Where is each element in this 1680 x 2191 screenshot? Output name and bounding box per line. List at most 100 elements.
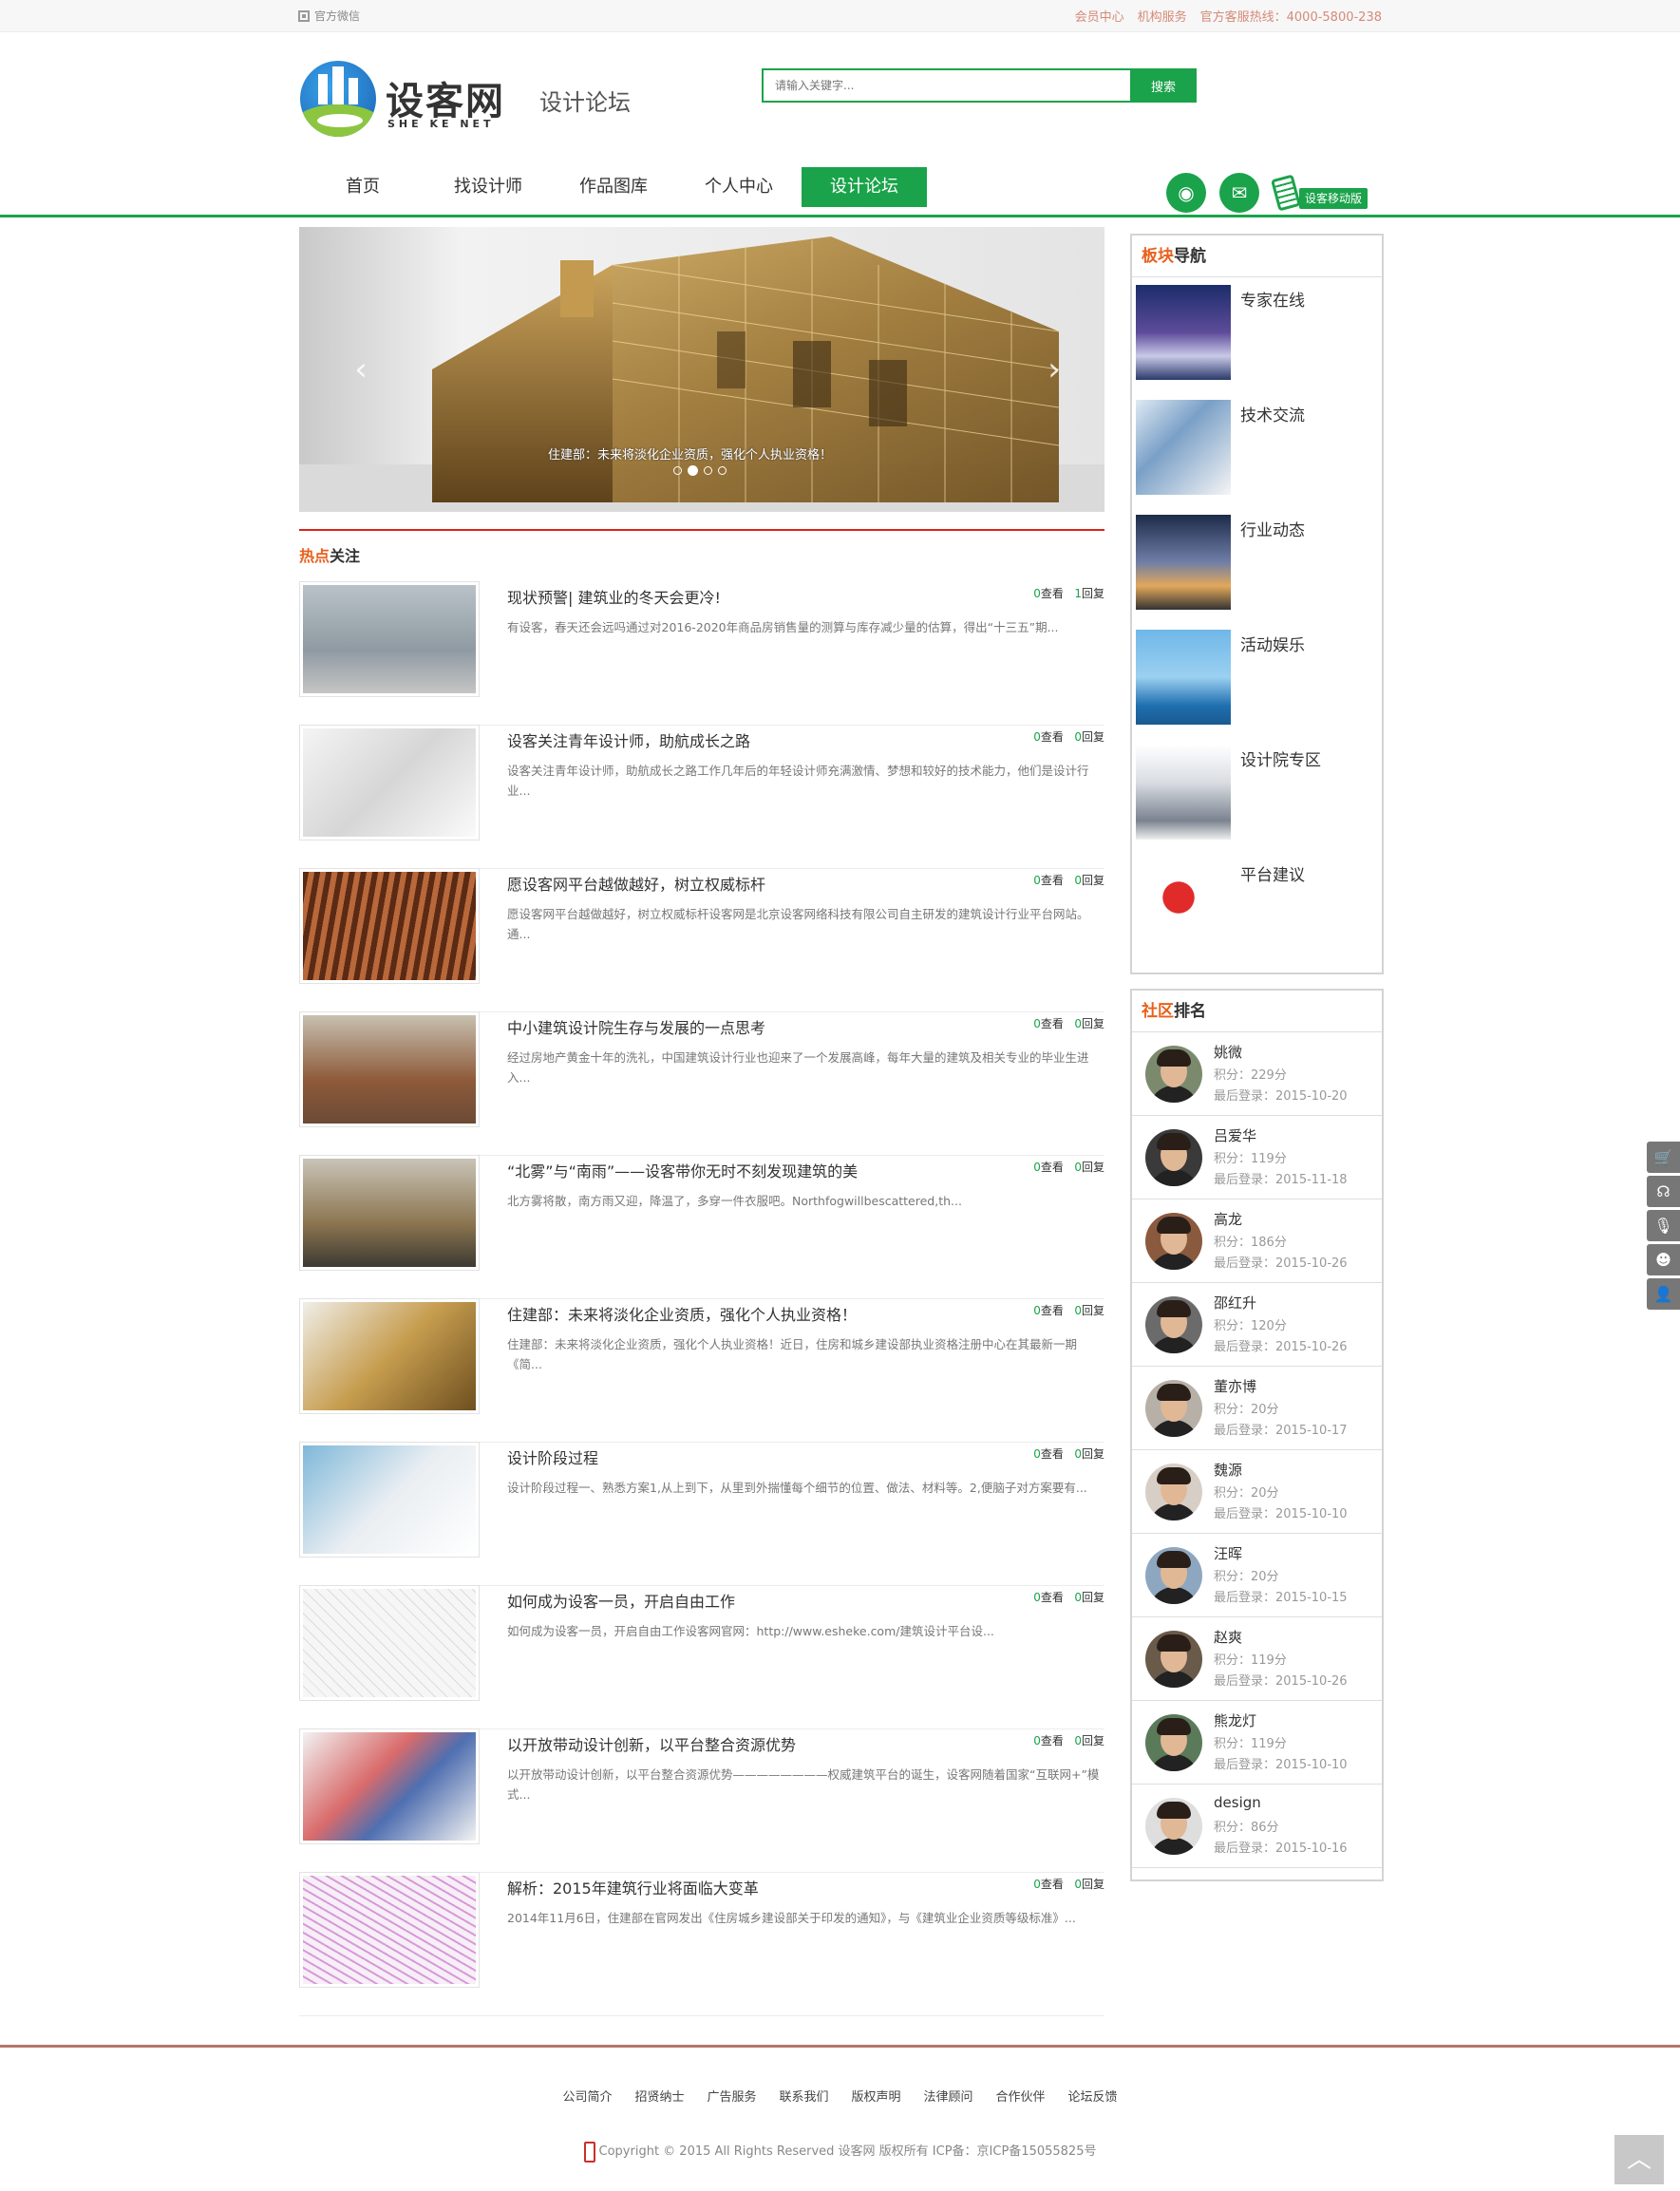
ranking-item[interactable]: 赵爽 积分：119分 最后登录：2015-10-26: [1132, 1617, 1382, 1701]
post-title[interactable]: 如何成为设客一员，开启自由工作: [507, 1589, 1001, 1612]
post-thumbnail[interactable]: [299, 1011, 480, 1127]
footer-link[interactable]: 广告服务: [707, 2087, 756, 2105]
board-image[interactable]: [1136, 515, 1231, 610]
ranking-user-name[interactable]: 吕爱华: [1214, 1125, 1256, 1145]
footer-link[interactable]: 版权声明: [852, 2087, 901, 2105]
post-thumbnail[interactable]: [299, 1298, 480, 1414]
avatar[interactable]: [1145, 1631, 1202, 1688]
headset-icon[interactable]: ☊: [1647, 1176, 1680, 1207]
post-title[interactable]: 住建部：未来将淡化企业资质，强化个人执业资格！: [507, 1302, 1001, 1325]
slider-dot[interactable]: [673, 466, 682, 475]
ranking-item[interactable]: 汪晖 积分：20分 最后登录：2015-10-15: [1132, 1534, 1382, 1617]
avatar[interactable]: [1145, 1464, 1202, 1520]
post-thumbnail[interactable]: [299, 868, 480, 984]
cart-icon[interactable]: 🛒: [1647, 1142, 1680, 1173]
ranking-item[interactable]: design 积分：86分 最后登录：2015-10-16: [1132, 1785, 1382, 1868]
ranking-user-name[interactable]: 熊龙灯: [1214, 1710, 1256, 1730]
ranking-item[interactable]: 熊龙灯 积分：119分 最后登录：2015-10-10: [1132, 1701, 1382, 1785]
org-service-link[interactable]: 机构服务: [1138, 7, 1187, 25]
post-title[interactable]: “北雾”与“南雨”——设客带你无时不刻发现建筑的美: [507, 1159, 1001, 1181]
post-item[interactable]: 住建部：未来将淡化企业资质，强化个人执业资格！ 0查看 0回复 住建部：未来将淡化企…: [299, 1298, 1104, 1443]
post-item[interactable]: “北雾”与“南雨”——设客带你无时不刻发现建筑的美 0查看 0回复 北方雾将散，南方…: [299, 1155, 1104, 1299]
board-image[interactable]: [1136, 745, 1231, 840]
post-thumbnail[interactable]: [299, 725, 480, 841]
official-wechat-link[interactable]: 官方微信: [298, 8, 360, 24]
ranking-item[interactable]: 董亦博 积分：20分 最后登录：2015-10-17: [1132, 1367, 1382, 1450]
ranking-user-name[interactable]: 魏源: [1214, 1460, 1242, 1480]
footer-link[interactable]: 法律顾问: [924, 2087, 973, 2105]
footer-link[interactable]: 招贤纳士: [634, 2087, 684, 2105]
post-item[interactable]: 现状预警| 建筑业的冬天会更冷! 0查看 1回复 有设客，春天还会远吗通过对2016…: [299, 581, 1104, 726]
post-item[interactable]: 以开放带动设计创新，以平台整合资源优势 0查看 0回复 以开放带动设计创新，以平台整…: [299, 1728, 1104, 1873]
board-image[interactable]: [1136, 285, 1231, 380]
post-title[interactable]: 中小建筑设计院生存与发展的一点思考: [507, 1015, 1001, 1038]
footer-link[interactable]: 联系我们: [779, 2087, 828, 2105]
board-image[interactable]: [1136, 630, 1231, 725]
board-item[interactable]: 行业动态: [1136, 515, 1382, 610]
ranking-user-name[interactable]: 汪晖: [1214, 1543, 1242, 1563]
ranking-item[interactable]: 魏源 积分：20分 最后登录：2015-10-10: [1132, 1450, 1382, 1534]
post-item[interactable]: 中小建筑设计院生存与发展的一点思考 0查看 0回复 经过房地产黄金十年的洗礼，中国建…: [299, 1011, 1104, 1156]
board-item[interactable]: 活动娱乐: [1136, 630, 1382, 725]
back-to-top-button[interactable]: ︿: [1614, 2135, 1664, 2184]
post-thumbnail[interactable]: [299, 1155, 480, 1271]
nav-item-1[interactable]: 找设计师: [425, 167, 551, 207]
ranking-item[interactable]: 邵红升 积分：120分 最后登录：2015-10-26: [1132, 1283, 1382, 1367]
post-thumbnail[interactable]: [299, 581, 480, 697]
avatar[interactable]: [1145, 1296, 1202, 1353]
post-title[interactable]: 现状预警| 建筑业的冬天会更冷!: [507, 585, 1001, 608]
search-button[interactable]: 搜索: [1130, 68, 1197, 103]
member-center-link[interactable]: 会员中心: [1075, 7, 1124, 25]
post-title[interactable]: 设计阶段过程: [507, 1445, 1001, 1468]
post-thumbnail[interactable]: [299, 1585, 480, 1701]
ranking-item[interactable]: 高龙 积分：186分 最后登录：2015-10-26: [1132, 1199, 1382, 1283]
slider-next-button[interactable]: ›: [1040, 350, 1068, 388]
post-item[interactable]: 如何成为设客一员，开启自由工作 0查看 0回复 如何成为设客一员，开启自由工作设客网…: [299, 1585, 1104, 1729]
slider-caption[interactable]: 住建部：未来将淡化企业资质，强化个人执业资格！: [548, 444, 832, 463]
avatar[interactable]: [1145, 1714, 1202, 1771]
ranking-user-name[interactable]: 赵爽: [1214, 1627, 1242, 1647]
ranking-user-name[interactable]: 邵红升: [1214, 1293, 1256, 1313]
ranking-user-name[interactable]: 高龙: [1214, 1209, 1242, 1229]
board-item[interactable]: 设计院专区: [1136, 745, 1382, 840]
nav-item-3[interactable]: 个人中心: [676, 167, 802, 207]
nav-item-4[interactable]: 设计论坛: [802, 167, 927, 207]
board-image[interactable]: [1136, 400, 1231, 495]
post-title[interactable]: 愿设客网平台越做越好，树立权威标杆: [507, 872, 1001, 895]
board-name[interactable]: 平台建议: [1240, 861, 1305, 885]
avatar[interactable]: [1145, 1547, 1202, 1604]
slider-dot[interactable]: [718, 466, 727, 475]
post-item[interactable]: 设客关注青年设计师，助航成长之路 0查看 0回复 设客关注青年设计师，助航成长之路工…: [299, 725, 1104, 869]
board-name[interactable]: 活动娱乐: [1240, 632, 1305, 655]
post-thumbnail[interactable]: [299, 1442, 480, 1558]
post-thumbnail[interactable]: [299, 1872, 480, 1988]
ranking-user-name[interactable]: 姚微: [1214, 1042, 1242, 1062]
slider-dot[interactable]: [688, 465, 698, 476]
board-item[interactable]: 技术交流: [1136, 400, 1382, 495]
post-thumbnail[interactable]: [299, 1728, 480, 1844]
user-icon[interactable]: 👤: [1647, 1278, 1680, 1310]
footer-link[interactable]: 合作伙伴: [996, 2087, 1046, 2105]
ranking-user-name[interactable]: 董亦博: [1214, 1376, 1256, 1396]
board-item[interactable]: 专家在线: [1136, 285, 1382, 380]
board-image[interactable]: [1136, 859, 1231, 954]
slider-prev-button[interactable]: ‹: [347, 350, 375, 388]
mobile-version-link[interactable]: 设客移动版: [1271, 174, 1369, 212]
footer-link[interactable]: 论坛反馈: [1068, 2087, 1118, 2105]
slider-dot[interactable]: [704, 466, 712, 475]
mic-icon[interactable]: 🎙: [1647, 1210, 1680, 1241]
post-title[interactable]: 以开放带动设计创新，以平台整合资源优势: [507, 1732, 1001, 1755]
footer-link[interactable]: 公司简介: [562, 2087, 612, 2105]
search-input[interactable]: [762, 68, 1130, 103]
avatar[interactable]: [1145, 1046, 1202, 1103]
post-item[interactable]: 解析：2015年建筑行业将面临大变革 0查看 0回复 2014年11月6日，住建部在…: [299, 1872, 1104, 2016]
qq-icon[interactable]: ☻: [1647, 1244, 1680, 1275]
nav-item-2[interactable]: 作品图库: [551, 167, 676, 207]
ranking-item[interactable]: 吕爱华 积分：119分 最后登录：2015-11-18: [1132, 1116, 1382, 1199]
post-item[interactable]: 愿设客网平台越做越好，树立权威标杆 0查看 0回复 愿设客网平台越做越好，树立权威标…: [299, 868, 1104, 1012]
ranking-user-name[interactable]: design: [1214, 1794, 1261, 1811]
board-name[interactable]: 技术交流: [1240, 402, 1305, 425]
board-name[interactable]: 设计院专区: [1240, 746, 1321, 770]
weibo-icon[interactable]: ◉: [1166, 173, 1206, 213]
site-logo[interactable]: 设客网 SHE KE NET: [300, 59, 503, 139]
